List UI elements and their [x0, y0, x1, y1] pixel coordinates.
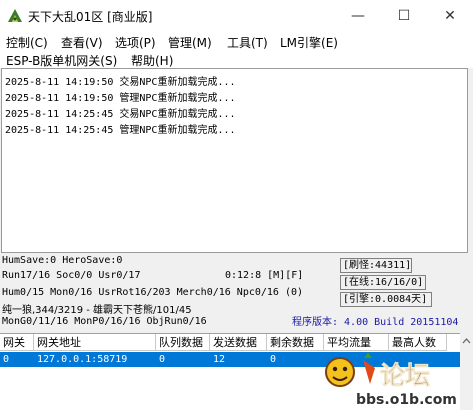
table-cell: 127.0.0.1:58719 [37, 354, 128, 365]
column-header[interactable]: 队列数据 [156, 334, 210, 351]
watermark-url: bbs.o1b.com [356, 392, 457, 408]
column-header[interactable]: 网关地址 [34, 334, 156, 351]
status-mon: MonG0/11/16 MonP0/16/16 ObjRun0/16 [2, 316, 207, 327]
log-textbox[interactable]: 2025-8-11 14:19:50 交易NPC重新加载完成... 2025-8… [1, 68, 468, 253]
program-version: 程序版本: 4.00 Build 20151104 [292, 317, 459, 328]
window-title: 天下大乱01区 [商业版] [28, 10, 153, 24]
status-players: 纯一狼,344/3219 - 雄霸天下苍熊/101/45 [2, 305, 192, 316]
menu-tools[interactable]: 工具(T) [227, 34, 268, 51]
log-line: 2025-8-11 14:19:50 交易NPC重新加载完成... [5, 77, 236, 88]
menu-bar: 控制(C) 查看(V) 选项(P) 管理(M) 工具(T) LM引擎(E) [0, 32, 473, 50]
status-run: Run17/16 Soc0/0 Usr0/17 [2, 270, 141, 281]
online-counter: [在线:16/16/0] [340, 275, 426, 290]
table-cell: 12 [213, 354, 226, 365]
menu-view[interactable]: 查看(V) [61, 34, 103, 51]
status-time: 0:12:8 [M][F] [225, 270, 304, 281]
column-header[interactable]: 网关 [0, 334, 34, 351]
menu-esp-gateway[interactable]: ESP-B版单机网关(S) [6, 52, 117, 69]
column-header[interactable]: 最高人数 [389, 334, 447, 351]
minimize-button[interactable]: — [335, 0, 381, 32]
log-line: 2025-8-11 14:25:45 管理NPC重新加载完成... [5, 125, 236, 136]
menu-manage[interactable]: 管理(M) [168, 34, 212, 51]
column-header[interactable]: 发送数据 [210, 334, 267, 351]
menu-options[interactable]: 选项(P) [115, 34, 156, 51]
table-cell: 0 [159, 354, 166, 365]
status-hum: Hum0/15 Mon0/16 UsrRot16/203 Merch0/16 N… [2, 287, 304, 298]
engine-counter: [引擎:0.0084天] [340, 292, 432, 307]
maximize-button[interactable]: ☐ [381, 0, 427, 32]
menu-help[interactable]: 帮助(H) [131, 52, 173, 69]
table-cell: 0 [270, 354, 277, 365]
scroll-up-icon[interactable] [460, 335, 473, 347]
close-button[interactable]: ✕ [427, 0, 473, 32]
menu-bar-secondary: ESP-B版单机网关(S) 帮助(H) [0, 50, 473, 68]
table-cell: 0 [3, 354, 10, 365]
log-line: 2025-8-11 14:25:45 交易NPC重新加载完成... [5, 109, 236, 120]
watermark-brand: 论坛 [380, 361, 430, 390]
forum-watermark: 论坛 bbs.o1b.com [325, 352, 457, 408]
menu-control[interactable]: 控制(C) [6, 34, 48, 51]
status-humsave: HumSave:0 HeroSave:0 [2, 255, 123, 266]
column-header[interactable]: 平均流量 [324, 334, 389, 351]
column-header[interactable]: 剩余数据 [267, 334, 324, 351]
app-icon [8, 9, 22, 22]
title-bar: 天下大乱01区 [商业版] — ☐ ✕ [0, 0, 473, 32]
menu-lm-engine[interactable]: LM引擎(E) [280, 34, 338, 51]
log-line: 2025-8-11 14:19:50 管理NPC重新加载完成... [5, 93, 236, 104]
refresh-counter: [刷怪:44311] [340, 258, 412, 273]
